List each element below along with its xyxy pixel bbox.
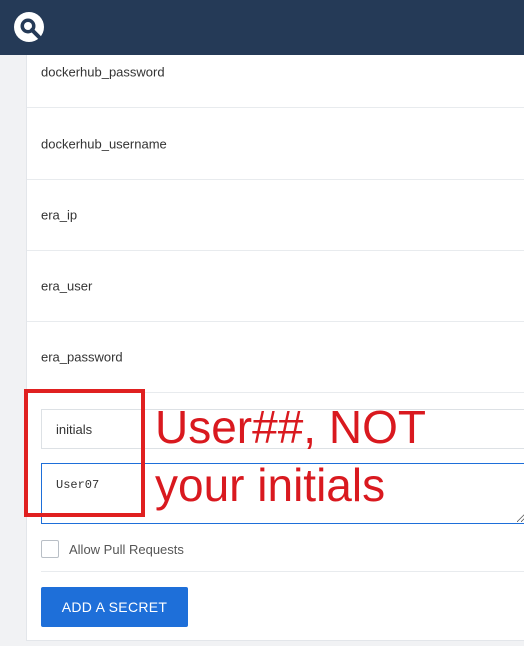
annotation-line-2: your initials: [155, 459, 386, 511]
secret-row: era_password: [27, 322, 524, 393]
secrets-panel: dockerhub_password dockerhub_username er…: [26, 55, 524, 641]
secret-row: era_user: [27, 251, 524, 322]
secret-name: era_password: [41, 349, 123, 365]
secret-row: dockerhub_username: [27, 109, 524, 180]
divider: [41, 571, 524, 572]
add-secret-button[interactable]: ADD A SECRET: [41, 587, 188, 627]
allow-pull-requests-label: Allow Pull Requests: [69, 542, 184, 557]
drone-logo-icon[interactable]: [13, 11, 45, 43]
allow-pull-requests-checkbox[interactable]: [41, 540, 59, 558]
secret-name: dockerhub_username: [41, 136, 167, 152]
annotation-highlight-box: [24, 389, 145, 517]
secret-name: era_user: [41, 278, 93, 294]
secret-row: era_ip: [27, 180, 524, 251]
annotation-text: User##, NOT your initials: [155, 398, 524, 514]
top-navigation-bar: [0, 0, 524, 55]
secret-name: dockerhub_password: [41, 64, 165, 80]
secret-name: era_ip: [41, 207, 78, 223]
annotation-line-1: User##, NOT: [155, 401, 426, 453]
